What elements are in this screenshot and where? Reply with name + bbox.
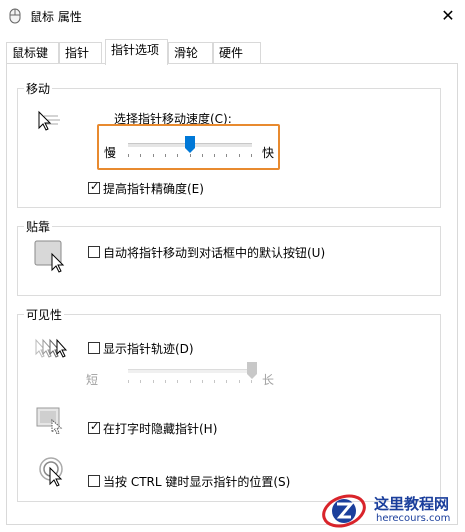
trails-slider-track[interactable] <box>128 369 252 373</box>
slow-label: 慢 <box>104 146 117 160</box>
title-bar: 鼠标 属性 ✕ <box>0 0 465 32</box>
snap-title: 贴靠 <box>24 218 53 235</box>
tab-hardware[interactable]: 硬件 <box>213 42 261 64</box>
slider-tick <box>190 154 191 157</box>
snap-to-label: 自动将指针移动到对话框中的默认按钮(U) <box>103 246 326 260</box>
slider-tick <box>177 154 178 157</box>
tab-pointer-options[interactable]: 指针选项 <box>105 39 168 65</box>
pointer-trails-checkbox[interactable] <box>88 342 100 354</box>
slider-tick <box>165 380 166 383</box>
slider-tick <box>214 154 215 157</box>
show-location-icon <box>38 456 70 493</box>
watermark-text: 这里教程网 <box>374 495 450 513</box>
close-icon[interactable]: ✕ <box>436 4 460 28</box>
slider-tick <box>226 380 227 383</box>
watermark-logo <box>320 489 368 532</box>
long-label: 长 <box>262 373 275 387</box>
hide-pointer-checkbox[interactable]: ✓ <box>88 420 100 434</box>
slider-tick <box>239 380 240 383</box>
hide-pointer-icon <box>36 406 66 439</box>
tab-buttons[interactable]: 鼠标键 <box>6 42 59 64</box>
slider-tick <box>128 380 129 383</box>
window-title: 鼠标 属性 <box>30 10 82 24</box>
short-label: 短 <box>86 373 99 387</box>
slider-tick <box>190 380 191 383</box>
slider-tick <box>177 380 178 383</box>
tab-pointers[interactable]: 指针 <box>59 42 102 64</box>
slider-tick <box>251 380 252 383</box>
pointer-speed-icon <box>36 110 66 135</box>
slider-tick <box>128 154 129 157</box>
slider-tick <box>202 154 203 157</box>
enhance-precision-checkbox[interactable]: ✓ <box>88 180 100 194</box>
pointer-trails-icon <box>32 336 72 365</box>
slider-tick <box>251 154 252 157</box>
slider-tick <box>153 154 154 157</box>
slider-tick <box>214 380 215 383</box>
slider-tick <box>153 380 154 383</box>
trails-slider-thumb[interactable] <box>247 362 257 379</box>
snap-group: 贴靠 <box>17 218 441 296</box>
visibility-title: 可见性 <box>24 306 65 323</box>
trails-slider-ticks <box>128 380 252 384</box>
show-location-label: 当按 CTRL 键时显示指针的位置(S) <box>103 475 291 489</box>
enhance-precision-label: 提高指针精确度(E) <box>103 182 204 196</box>
watermark-url: herecours.com <box>376 513 451 524</box>
slider-tick <box>239 154 240 157</box>
snap-to-checkbox[interactable] <box>88 246 100 258</box>
snap-to-icon <box>34 240 68 277</box>
slider-tick <box>140 380 141 383</box>
hide-pointer-label: 在打字时隐藏指针(H) <box>103 422 218 436</box>
slider-tick <box>226 154 227 157</box>
slider-tick <box>202 380 203 383</box>
mouse-icon <box>8 8 22 27</box>
pointer-trails-label: 显示指针轨迹(D) <box>103 342 194 356</box>
speed-slider-thumb[interactable] <box>185 136 195 153</box>
fast-label: 快 <box>262 146 275 160</box>
slider-tick <box>140 154 141 157</box>
tab-wheel[interactable]: 滑轮 <box>168 42 213 64</box>
checkmark-icon: ✓ <box>90 180 100 193</box>
show-location-checkbox[interactable] <box>88 475 100 487</box>
motion-title: 移动 <box>24 80 53 97</box>
checkmark-icon: ✓ <box>90 420 100 433</box>
speed-slider-ticks <box>128 154 252 158</box>
tab-strip: 鼠标键 指针 指针选项 滑轮 硬件 <box>6 39 458 65</box>
watermark: 这里教程网 herecours.com <box>318 489 465 529</box>
slider-tick <box>165 154 166 157</box>
